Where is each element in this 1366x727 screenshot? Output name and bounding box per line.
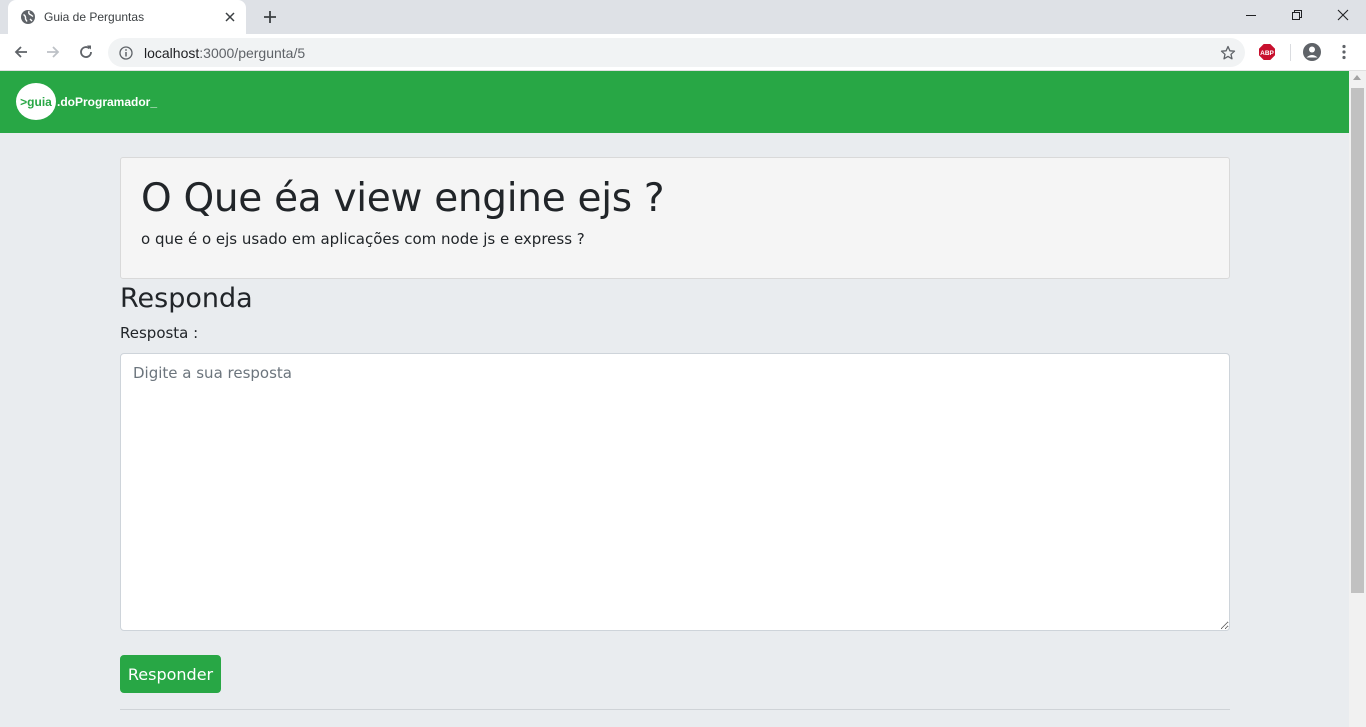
- star-icon[interactable]: [1219, 44, 1237, 62]
- adblock-label: ABP: [1260, 50, 1274, 57]
- minimize-button[interactable]: [1228, 0, 1274, 30]
- plus-icon: [264, 11, 276, 23]
- close-icon: [1337, 9, 1349, 21]
- scroll-up-arrow-icon[interactable]: [1353, 75, 1361, 80]
- new-tab-button[interactable]: [258, 6, 282, 28]
- brand-cursor: _: [150, 94, 158, 109]
- url-host: localhost: [144, 44, 200, 61]
- address-bar[interactable]: localhost:3000/pergunta/5: [108, 38, 1245, 67]
- brand-logo-badge: >guia: [16, 83, 56, 120]
- site-navbar: >guia .doProgramador _: [0, 71, 1349, 133]
- reload-icon: [80, 45, 92, 58]
- arrow-left-icon: [14, 46, 27, 58]
- browser-toolbar: localhost:3000/pergunta/5 ABP: [0, 34, 1366, 71]
- browser-tab[interactable]: Guia de Perguntas: [8, 0, 246, 34]
- question-description: o que é o ejs usado em aplicações com no…: [141, 230, 585, 248]
- url-path: :3000/pergunta/5: [199, 44, 306, 61]
- section-divider: [120, 709, 1230, 710]
- reload-button[interactable]: [73, 39, 99, 65]
- info-icon[interactable]: [118, 45, 134, 61]
- brand-name: .doProgramador: [57, 94, 151, 109]
- close-window-button[interactable]: [1320, 0, 1366, 30]
- answer-label: Resposta :: [120, 324, 199, 342]
- adblock-extension-button[interactable]: ABP: [1258, 43, 1276, 61]
- page-scrollbar[interactable]: [1349, 71, 1366, 727]
- back-button[interactable]: [8, 39, 34, 65]
- arrow-right-icon: [47, 46, 60, 58]
- question-card: O Que éa view engine ejs ? o que é o ejs…: [120, 157, 1230, 279]
- url-text: localhost:3000/pergunta/5: [144, 45, 305, 61]
- account-icon: [1303, 43, 1321, 61]
- brand-logo-link[interactable]: >guia .doProgramador _: [16, 83, 157, 120]
- answer-textarea[interactable]: [120, 353, 1230, 631]
- restore-button[interactable]: [1274, 0, 1320, 30]
- tab-title: Guia de Perguntas: [44, 10, 145, 24]
- page-viewport: >guia .doProgramador _ O Que éa view eng…: [0, 71, 1349, 727]
- scrollbar-thumb[interactable]: [1351, 88, 1364, 593]
- profile-button[interactable]: [1299, 39, 1325, 65]
- answer-heading: Responda: [120, 283, 253, 314]
- globe-icon: [20, 9, 36, 25]
- close-tab-icon[interactable]: [222, 9, 238, 25]
- submit-answer-button[interactable]: Responder: [120, 655, 221, 693]
- toolbar-separator: [1290, 44, 1291, 61]
- chrome-menu-button[interactable]: [1331, 39, 1357, 65]
- restore-icon: [1292, 10, 1302, 20]
- minimize-icon: [1246, 15, 1256, 16]
- adblock-icon: ABP: [1258, 43, 1276, 61]
- forward-button[interactable]: [40, 39, 66, 65]
- question-title: O Que éa view engine ejs ?: [141, 176, 665, 221]
- kebab-menu-icon: [1342, 44, 1346, 60]
- browser-tabstrip: Guia de Perguntas: [0, 0, 1366, 34]
